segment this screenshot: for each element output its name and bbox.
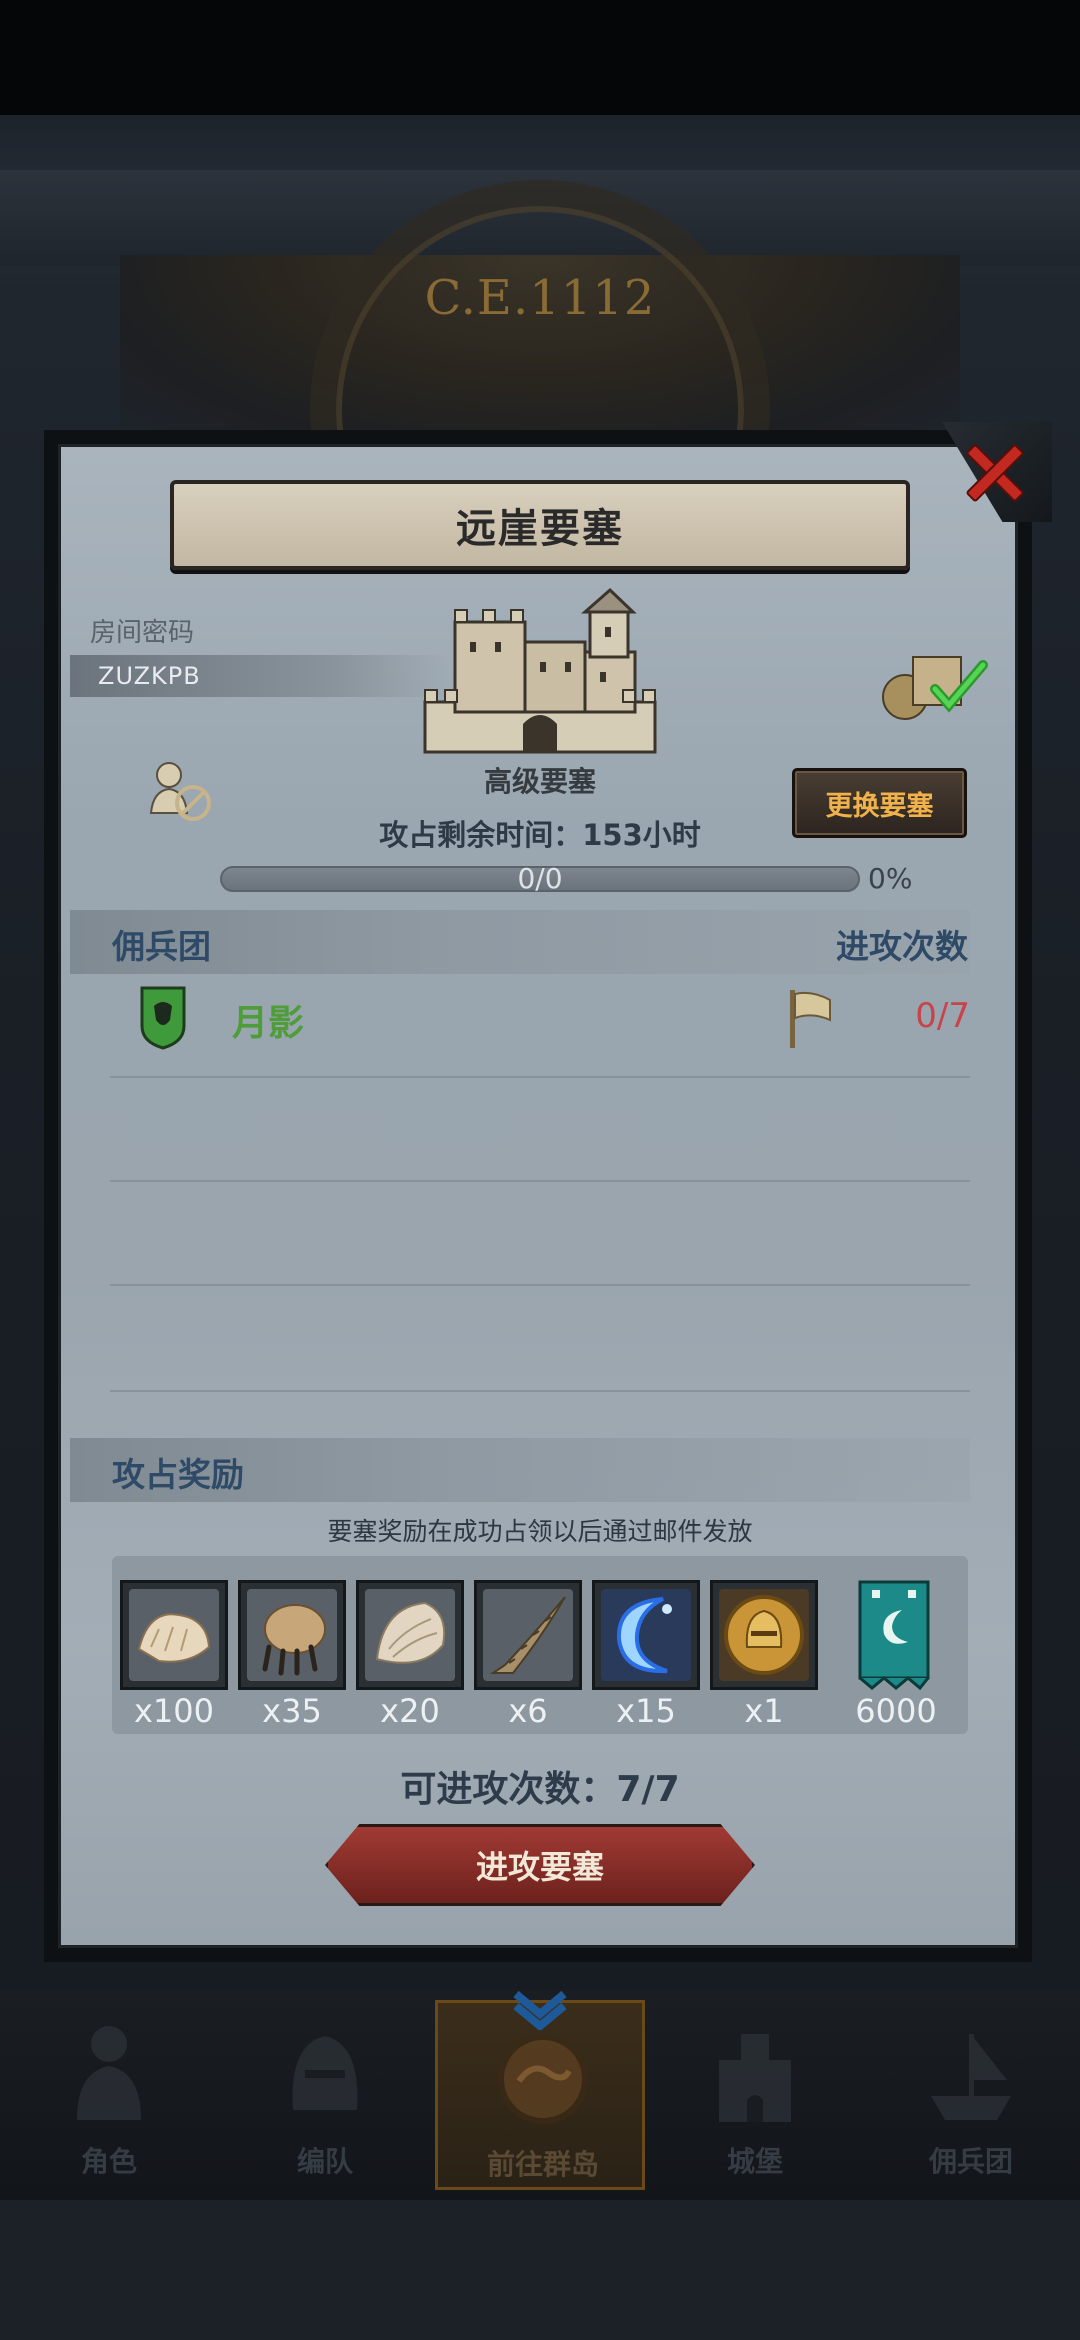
reward-item[interactable] [474,1580,582,1690]
reward-item[interactable] [356,1580,464,1690]
helmet-icon [292,2036,358,2110]
horn-icon [483,1589,573,1681]
attack-count-column-label: 进攻次数 [836,927,968,966]
dialog-title-banner: 远崖要塞 [170,480,910,570]
capture-progress-percent: 0% [868,862,913,895]
nav-label: 城堡 [726,2145,783,2178]
room-code[interactable]: ZUZKPB [98,662,201,690]
reward-qty: 6000 [855,1692,937,1730]
reward-qty: x100 [133,1692,214,1730]
beast-claw-icon [247,1589,337,1681]
row-divider [110,1390,970,1392]
nav-label: 角色 [80,2145,137,2178]
reward-qty: x35 [262,1692,322,1730]
reward-qty: x1 [744,1692,784,1730]
guild-row[interactable]: 月影 0/7 [110,982,970,1052]
chevron-down-icon [513,1990,567,2030]
capture-progress-text: 0/0 [517,862,563,895]
nav-item-guild[interactable]: 佣兵团 [866,2000,1076,2190]
ship-icon [931,2034,1011,2120]
era-label: C.E.1112 [424,270,656,326]
rewards-title: 攻占奖励 [112,1455,244,1494]
nav-label: 编队 [296,2145,353,2178]
reward-item[interactable] [592,1580,700,1690]
loot-claimed-icon[interactable] [875,645,995,725]
flag-icon [790,990,831,1048]
nav-item-character[interactable]: 角色 [4,2000,214,2190]
nav-label: 前往群岛 [486,2148,599,2181]
nav-item-castle[interactable]: 城堡 [650,2000,860,2190]
island-compass-icon [498,2034,588,2124]
attack-fortress-label: 进攻要塞 [475,1848,604,1886]
guild-banner-icon[interactable] [858,1580,930,1690]
row-divider [110,1284,970,1286]
reward-item[interactable] [710,1580,818,1690]
close-button[interactable] [954,432,1034,512]
reward-qty: x20 [380,1692,440,1730]
reward-qty: x15 [616,1692,676,1730]
castle-icon [719,2034,791,2122]
fur-pelt-icon [129,1589,219,1681]
guild-name: 月影 [232,1003,305,1044]
guild-attack-count: 0/7 [915,996,970,1036]
guild-column-label: 佣兵团 [112,927,211,966]
attacks-available: 可进攻次数：7/7 [400,1769,680,1810]
fortress-castle-icon [423,587,657,754]
row-divider [110,1076,970,1078]
nav-item-formation[interactable]: 编队 [220,2000,430,2190]
row-divider [110,1180,970,1182]
nav-label: 佣兵团 [928,2145,1013,2178]
wolf-shield-icon [140,986,186,1050]
golden-helmet-coin-icon [719,1589,809,1681]
reward-item[interactable] [238,1580,346,1690]
room-password-label: 房间密码 [90,618,195,648]
reward-item[interactable] [120,1580,228,1690]
rewards-note: 要塞奖励在成功占领以后通过邮件发放 [327,1517,753,1546]
knight-icon [77,2026,141,2120]
top-status-area [0,0,1080,115]
bottom-padding [0,2200,1080,2340]
dialog-title: 远崖要塞 [456,506,624,552]
attack-fortress-button[interactable]: 进攻要塞 [325,1824,755,1906]
crescent-rune-icon [601,1589,691,1681]
scale-hide-icon [365,1589,455,1681]
reward-qty: x6 [508,1692,548,1730]
time-remaining: 攻占剩余时间：153小时 [379,818,701,852]
